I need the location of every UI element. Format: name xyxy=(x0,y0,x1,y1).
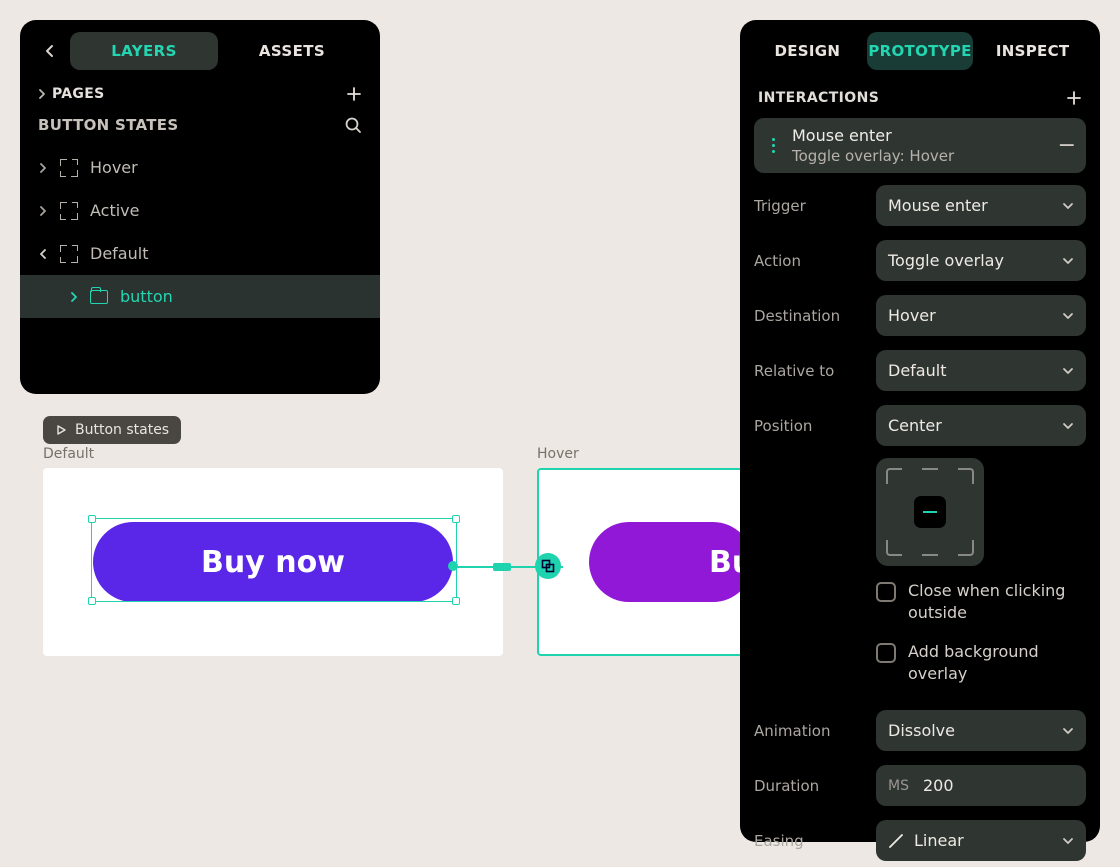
chevron-right-icon xyxy=(39,163,47,173)
layer-label: button xyxy=(120,287,173,306)
trigger-select[interactable]: Mouse enter xyxy=(876,185,1086,226)
animation-label: Animation xyxy=(754,722,866,740)
search-icon xyxy=(344,116,362,134)
position-select[interactable]: Center xyxy=(876,405,1086,446)
button-default[interactable]: Buy now xyxy=(93,522,453,602)
animation-select[interactable]: Dissolve xyxy=(876,710,1086,751)
add-interaction-button[interactable] xyxy=(1066,90,1082,106)
chevron-left-icon xyxy=(45,44,55,58)
position-grid[interactable] xyxy=(876,458,984,566)
tab-prototype[interactable]: PROTOTYPE xyxy=(867,32,974,70)
interaction-title: Mouse enter xyxy=(792,126,1048,145)
relative-to-select[interactable]: Default xyxy=(876,350,1086,391)
overlay-icon xyxy=(541,559,555,573)
duration-value: 200 xyxy=(923,776,954,795)
position-center[interactable] xyxy=(914,496,946,528)
layers-panel: LAYERS ASSETS PAGES BUTTON STATES Hover … xyxy=(20,20,380,394)
interaction-subtitle: Toggle overlay: Hover xyxy=(792,147,1048,165)
layer-tree: Hover Active Default button xyxy=(20,144,380,318)
chevron-right-icon xyxy=(70,292,78,302)
easing-select[interactable]: Linear xyxy=(876,820,1086,861)
easing-label: Easing xyxy=(754,832,866,850)
frame-icon xyxy=(60,202,78,220)
chevron-down-icon xyxy=(1062,422,1074,430)
chevron-down-icon xyxy=(1062,312,1074,320)
button-hover[interactable]: Bu xyxy=(589,522,743,602)
select-value: Center xyxy=(888,416,942,435)
inspector-panel: DESIGN PROTOTYPE INSPECT INTERACTIONS Mo… xyxy=(740,20,1100,842)
prototype-connector[interactable] xyxy=(453,566,563,568)
pages-label: PAGES xyxy=(52,86,104,102)
artboard-default[interactable]: Buy now xyxy=(43,468,503,656)
chevron-down-icon xyxy=(1062,257,1074,265)
layer-default-button[interactable]: button xyxy=(20,275,380,318)
duration-label: Duration xyxy=(754,777,866,795)
close-outside-label: Close when clicking outside xyxy=(908,580,1086,623)
tab-assets[interactable]: ASSETS xyxy=(218,32,366,70)
bg-overlay-label: Add background overlay xyxy=(908,641,1086,684)
connector-badge[interactable] xyxy=(535,553,561,579)
layer-default[interactable]: Default xyxy=(20,232,380,275)
select-value: Dissolve xyxy=(888,721,955,740)
duration-input[interactable]: MS 200 xyxy=(876,765,1086,806)
drag-handle-icon[interactable] xyxy=(764,138,782,153)
flow-chip-label: Button states xyxy=(75,422,169,438)
relative-to-label: Relative to xyxy=(754,362,866,380)
position-label: Position xyxy=(754,417,866,435)
frame-icon xyxy=(60,159,78,177)
tab-layers[interactable]: LAYERS xyxy=(70,32,218,70)
button-text: Buy now xyxy=(201,545,345,580)
linear-easing-icon xyxy=(888,833,904,849)
destination-select[interactable]: Hover xyxy=(876,295,1086,336)
chevron-down-icon xyxy=(39,249,47,259)
artboard-hover[interactable]: Bu xyxy=(537,468,743,656)
layer-active[interactable]: Active xyxy=(20,189,380,232)
select-value: Hover xyxy=(888,306,936,325)
layer-label: Active xyxy=(90,201,140,220)
action-select[interactable]: Toggle overlay xyxy=(876,240,1086,281)
select-value: Default xyxy=(888,361,946,380)
add-page-button[interactable] xyxy=(346,86,362,102)
pages-header[interactable]: PAGES xyxy=(38,86,104,102)
layer-label: Default xyxy=(90,244,148,263)
play-icon xyxy=(55,424,67,436)
select-value: Toggle overlay xyxy=(888,251,1004,270)
select-value: Mouse enter xyxy=(888,196,988,215)
chevron-down-icon xyxy=(1062,367,1074,375)
tab-design[interactable]: DESIGN xyxy=(754,32,861,70)
frame-label-default[interactable]: Default xyxy=(43,446,503,462)
interaction-card[interactable]: Mouse enter Toggle overlay: Hover − xyxy=(754,118,1086,173)
button-text: Bu xyxy=(709,545,743,580)
trigger-label: Trigger xyxy=(754,197,866,215)
chevron-down-icon xyxy=(1062,837,1074,845)
chevron-right-icon xyxy=(39,206,47,216)
tab-inspect[interactable]: INSPECT xyxy=(979,32,1086,70)
close-outside-checkbox[interactable] xyxy=(876,582,896,602)
frame-icon xyxy=(60,245,78,263)
layer-hover[interactable]: Hover xyxy=(20,146,380,189)
action-label: Action xyxy=(754,252,866,270)
back-button[interactable] xyxy=(34,33,66,69)
flow-start-chip[interactable]: Button states xyxy=(43,416,181,444)
chevron-down-icon xyxy=(1062,727,1074,735)
chevron-down-icon xyxy=(1062,202,1074,210)
select-value: Linear xyxy=(914,831,1062,850)
destination-label: Destination xyxy=(754,307,866,325)
plus-icon xyxy=(1066,90,1082,106)
duration-unit: MS xyxy=(888,778,909,794)
interactions-label: INTERACTIONS xyxy=(758,90,879,106)
bg-overlay-checkbox[interactable] xyxy=(876,643,896,663)
section-title: BUTTON STATES xyxy=(38,116,178,134)
plus-icon xyxy=(346,86,362,102)
chevron-right-icon xyxy=(38,89,46,99)
layer-label: Hover xyxy=(90,158,138,177)
folder-icon xyxy=(90,290,108,304)
frame-label-hover[interactable]: Hover xyxy=(537,446,743,462)
search-button[interactable] xyxy=(344,116,362,134)
